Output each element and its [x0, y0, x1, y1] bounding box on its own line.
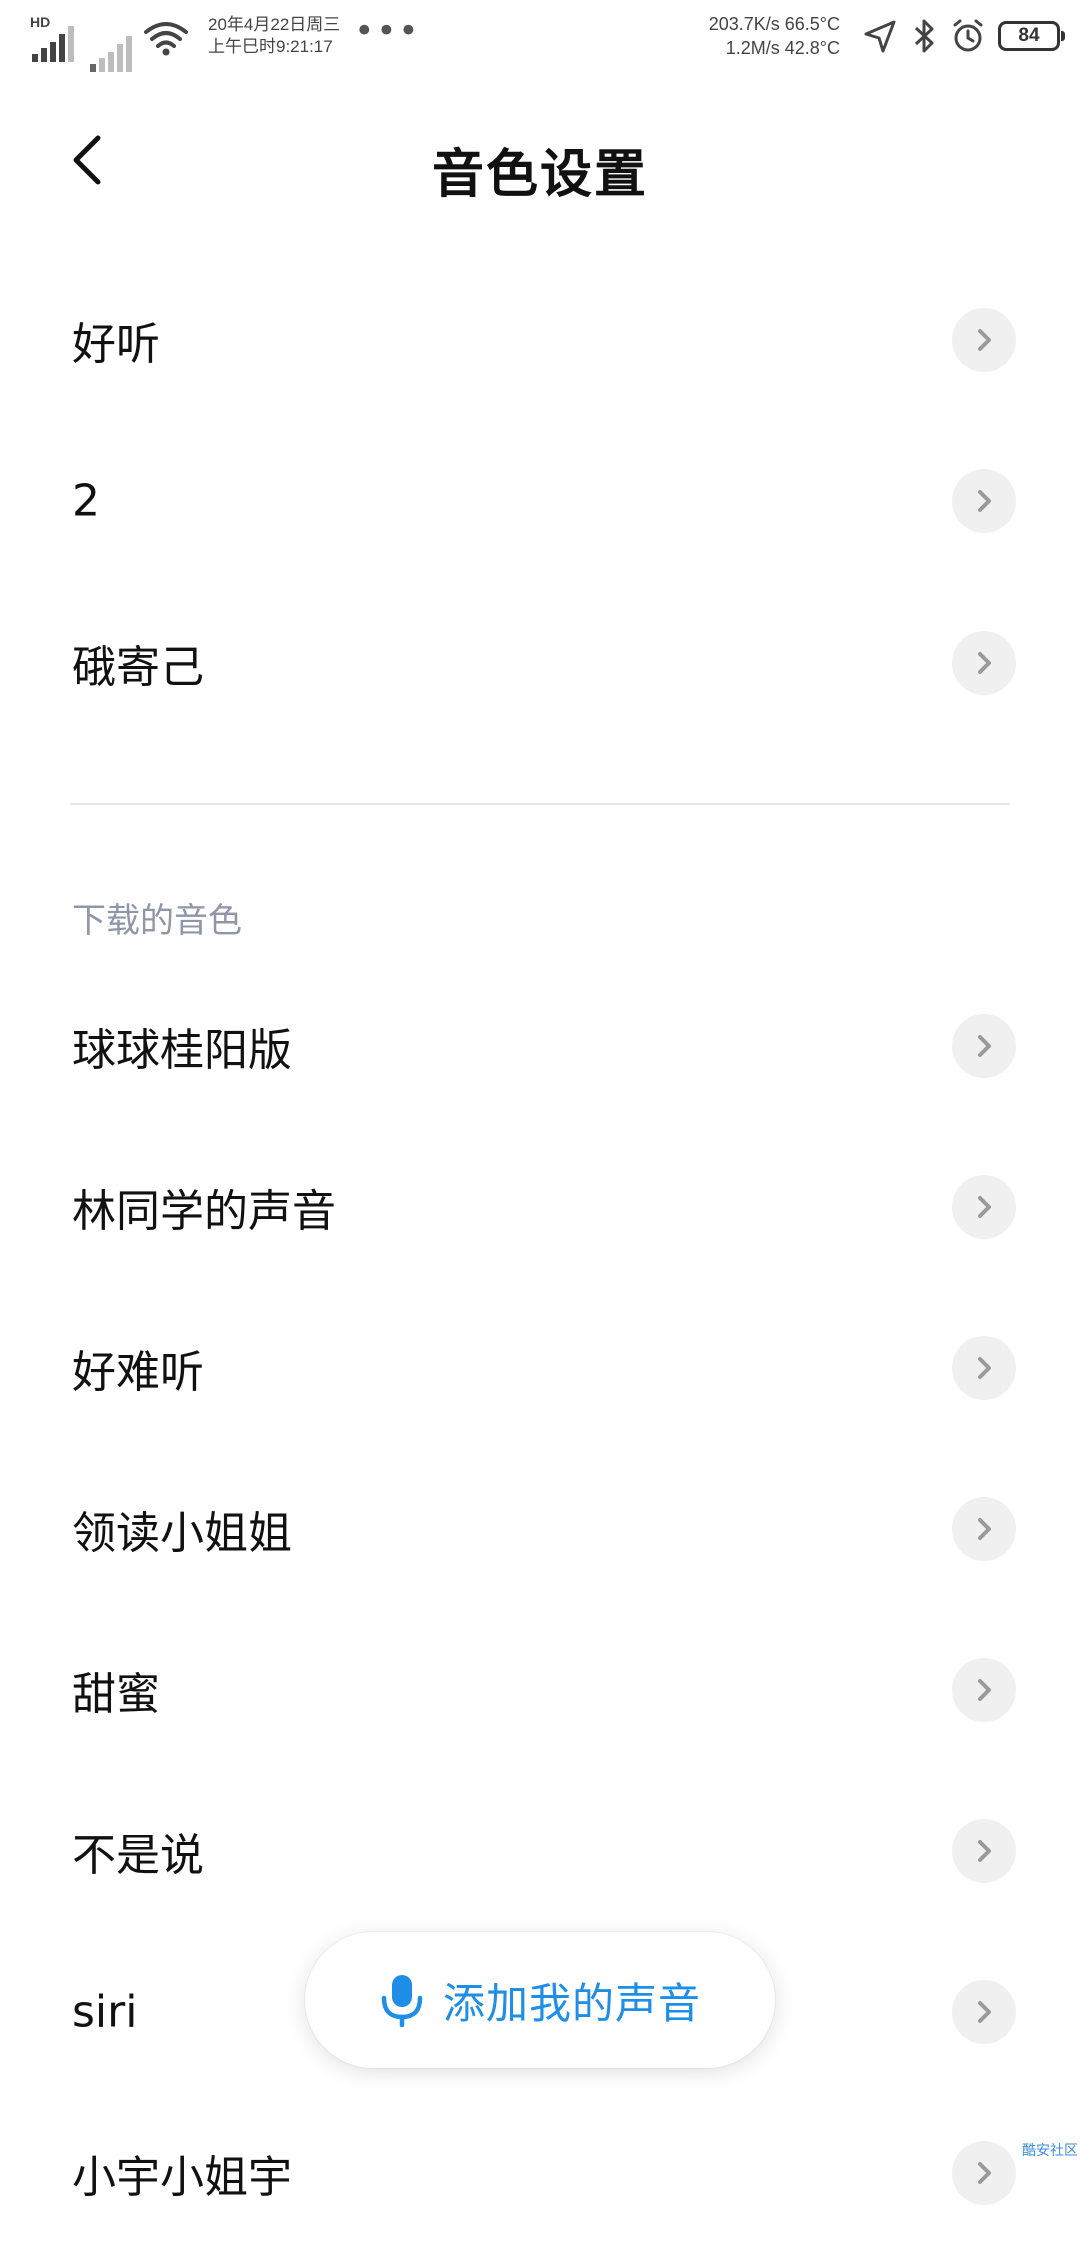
voice-item-label: 好听: [72, 319, 160, 370]
wifi-icon: [144, 22, 188, 56]
voice-item[interactable]: 硪寄己: [0, 588, 1080, 738]
chevron-right-icon: [952, 1658, 1016, 1722]
voice-item[interactable]: 林同学的声音: [0, 1132, 1080, 1282]
downloaded-section-title: 下载的音色: [72, 901, 242, 941]
download-speed-temp: 1.2M/s 42.8°C: [725, 38, 840, 58]
add-my-voice-label: 添加我的声音: [442, 1978, 701, 2028]
voice-item-label: 小宇小姐宇: [72, 2152, 292, 2203]
chevron-right-icon: [952, 1497, 1016, 1561]
voice-item-label: 好难听: [72, 1347, 204, 1398]
microphone-icon: [381, 1975, 423, 2028]
chevron-right-icon: [952, 1980, 1016, 2044]
chevron-right-icon: [952, 631, 1016, 695]
voice-item-label: 领读小姐姐: [72, 1508, 292, 1559]
status-bar-right: 203.7K/s 66.5°C 1.2M/s 42.8°C 84: [709, 12, 1065, 60]
battery-icon: 84: [998, 21, 1065, 51]
chevron-right-icon: [952, 1819, 1016, 1883]
upload-speed-temp: 203.7K/s 66.5°C: [708, 14, 840, 34]
voice-item-label: 硪寄己: [72, 642, 204, 693]
chevron-right-icon: [952, 469, 1016, 533]
signal-strength-icon-sim1: HD: [30, 14, 76, 62]
voice-item-label: 甜蜜: [72, 1669, 160, 1720]
voice-item-label: siri: [72, 1986, 138, 2038]
voice-item[interactable]: 领读小姐姐: [0, 1454, 1080, 1604]
section-divider: [70, 803, 1010, 805]
status-bar: HD 20年4月22日周三 上午巳时9:21:17 ••• 203.7K/s 6…: [0, 0, 1080, 80]
voice-item-label: 林同学的声音: [72, 1186, 336, 1237]
voice-item-label: 不是说: [72, 1830, 204, 1881]
status-time: 上午巳时9:21:17: [208, 37, 333, 56]
voice-item[interactable]: 小宇小姐宇: [0, 2098, 1080, 2248]
app-header: 音色设置: [0, 110, 1080, 210]
voice-item-label: 球球桂阳版: [72, 1025, 292, 1076]
chevron-right-icon: [952, 1014, 1016, 1078]
chevron-right-icon: [952, 308, 1016, 372]
status-bar-left: HD 20年4月22日周三 上午巳时9:21:17 •••: [30, 11, 421, 72]
network-speed-temp: 203.7K/s 66.5°C 1.2M/s 42.8°C: [709, 12, 840, 60]
add-my-voice-button[interactable]: 添加我的声音: [305, 1932, 775, 2068]
chevron-right-icon: [952, 1336, 1016, 1400]
signal-bars-icon: [32, 26, 74, 62]
voice-item[interactable]: 甜蜜: [0, 1615, 1080, 1765]
watermark-text: 酷安社区: [1022, 2143, 1078, 2159]
voice-item-label: 2: [72, 475, 100, 527]
chevron-right-icon: [952, 1175, 1016, 1239]
location-arrow-icon: [864, 20, 896, 53]
voice-item[interactable]: 球球桂阳版: [0, 971, 1080, 1121]
alarm-clock-icon: [953, 19, 983, 52]
voice-item[interactable]: 好难听: [0, 1293, 1080, 1443]
status-date: 20年4月22日周三: [208, 15, 341, 34]
more-notifications-icon: •••: [354, 11, 421, 51]
voice-item[interactable]: 好听: [0, 265, 1080, 415]
signal-strength-icon-sim2: [90, 36, 132, 72]
voice-item[interactable]: 2: [0, 426, 1080, 576]
voice-item[interactable]: 不是说: [0, 1776, 1080, 1926]
page-title: 音色设置: [431, 145, 648, 205]
bluetooth-icon: [914, 19, 934, 53]
chevron-right-icon: [952, 2141, 1016, 2205]
status-date-time: 20年4月22日周三 上午巳时9:21:17: [208, 14, 340, 58]
